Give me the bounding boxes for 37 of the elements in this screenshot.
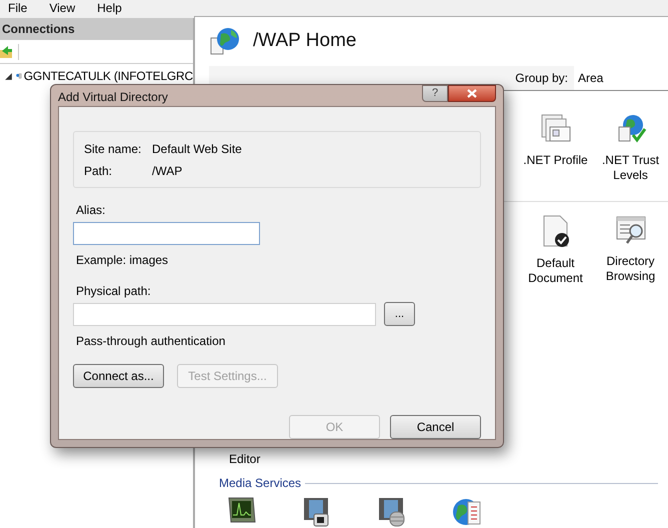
feature-label[interactable]: .NET Profile	[520, 153, 592, 168]
panel-header: Connections	[0, 18, 193, 40]
feature-label[interactable]: .NET Trust Levels	[594, 153, 666, 183]
monitor-graph-icon	[227, 496, 257, 524]
field-label: Path:	[84, 162, 114, 180]
dialog-button[interactable]: Connect as...	[73, 364, 164, 388]
alias-field[interactable]	[73, 222, 260, 245]
feature-label[interactable]: Default Document	[520, 256, 592, 286]
group-by-label: Group by:	[515, 70, 568, 87]
field-label: Physical path:	[76, 283, 151, 300]
physical-path-field[interactable]	[73, 302, 376, 326]
section-title: Media Services	[219, 475, 302, 492]
feature-label[interactable]: Directory Browsing	[594, 254, 666, 284]
expander-icon[interactable]	[4, 72, 13, 80]
menu-item[interactable]: File	[8, 0, 28, 16]
field-value: Default Web Site	[152, 140, 243, 158]
dialog-button[interactable]: Cancel	[390, 415, 481, 439]
tree-item[interactable]: GGNTECATULK (INFOTELGRC	[24, 67, 193, 85]
page-title: /WAP Home	[253, 29, 356, 54]
menu-item[interactable]: Help	[97, 0, 122, 16]
group-by-dropdown[interactable]: Area	[574, 66, 668, 90]
auth-text: Pass-through authentication	[76, 333, 226, 350]
field-label: Site name:	[84, 140, 142, 158]
help-button[interactable]: ?	[422, 85, 448, 102]
folder-arrow-icon[interactable]	[0, 44, 12, 58]
field-label: Alias:	[76, 202, 106, 219]
close-button[interactable]	[448, 85, 496, 102]
feature-label[interactable]: Editor	[229, 450, 260, 468]
dialog-title: Add Virtual Directory	[58, 88, 168, 106]
menu-item[interactable]: View	[49, 0, 76, 16]
hint-text: Example: images	[76, 252, 168, 269]
globe-icon	[209, 26, 241, 58]
close-icon	[467, 89, 477, 98]
window-magnifier-icon	[614, 214, 646, 246]
film-database-icon	[377, 496, 407, 528]
browse-button[interactable]: ...	[384, 302, 415, 326]
field-value: /WAP	[152, 162, 184, 180]
